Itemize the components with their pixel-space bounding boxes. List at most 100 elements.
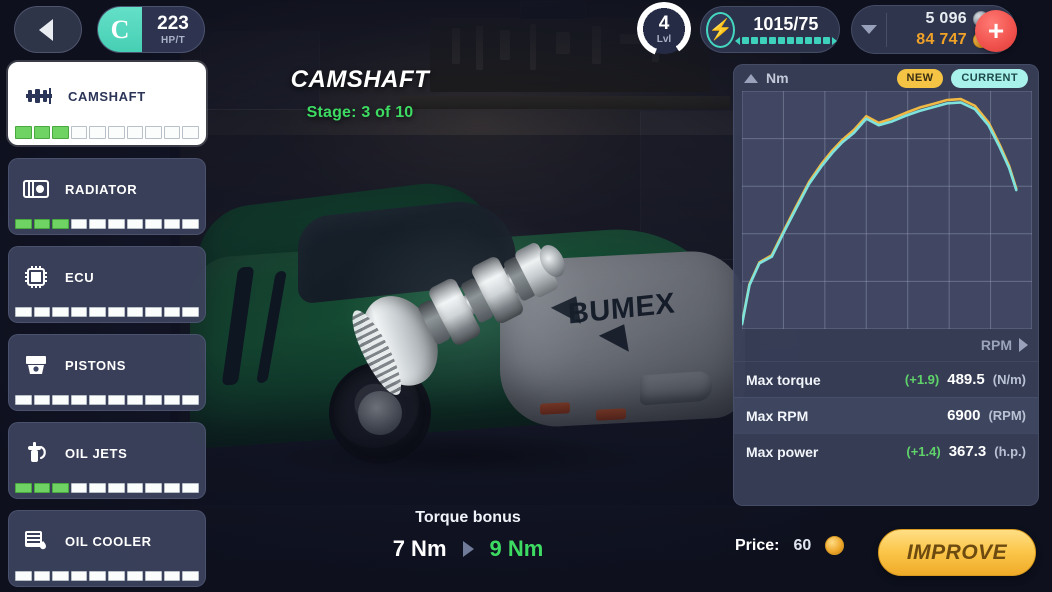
progress-segment: [107, 307, 125, 317]
progress-segment: [163, 395, 181, 405]
player-level-badge[interactable]: 4 Lvl: [637, 2, 691, 56]
energy-value: 1015/75: [753, 13, 819, 34]
legend-new-badge[interactable]: NEW: [896, 68, 944, 88]
progress-segment: [33, 395, 51, 405]
progress-segment: [182, 395, 199, 405]
progress-segment: [145, 219, 162, 229]
sidebar-item-label: PISTONS: [65, 357, 127, 373]
part-upgrade-progress: [9, 219, 205, 234]
piston-icon: [21, 352, 51, 378]
gold-coin-icon: [825, 536, 845, 555]
part-upgrade-progress: [12, 126, 202, 141]
stat-delta: (+1.9): [904, 372, 940, 387]
progress-segment: [52, 307, 69, 317]
chart-header: Nm NEW CURRENT: [734, 65, 1038, 91]
bonus-values: 7 Nm 9 Nm: [208, 536, 728, 562]
chevron-down-icon: [861, 25, 877, 34]
torque-chart-svg: [742, 91, 1032, 329]
price-row: Price: 60: [735, 536, 845, 555]
progress-segment: [107, 571, 125, 581]
progress-segment: [15, 483, 32, 493]
progress-segment: [163, 126, 181, 139]
performance-panel: Nm NEW CURRENT RPM Max torque (+1.9) 489.5…: [733, 64, 1039, 506]
sidebar-item-ecu[interactable]: ECU: [8, 246, 206, 323]
energy-meter[interactable]: ⚡ 1015/75: [700, 6, 840, 53]
progress-segment: [15, 307, 32, 317]
progress-segment: [182, 307, 199, 317]
progress-segment: [15, 395, 32, 405]
sidebar-item-pistons[interactable]: PISTONS: [8, 334, 206, 411]
stat-value: 6900: [947, 407, 981, 424]
progress-segment: [89, 395, 106, 405]
lightning-bolt-icon: ⚡: [706, 11, 735, 48]
legend-current-badge[interactable]: CURRENT: [951, 68, 1028, 88]
progress-segment: [52, 395, 69, 405]
oil-jet-icon: [21, 440, 51, 466]
level-label: Lvl: [656, 33, 672, 45]
price-value: 60: [793, 536, 812, 554]
add-currency-button[interactable]: +: [975, 10, 1017, 52]
part-row: PISTONS: [9, 335, 205, 395]
oil-cooler-icon: [21, 528, 51, 554]
sidebar-item-radiator[interactable]: RADIATOR: [8, 158, 206, 235]
improve-button[interactable]: IMPROVE: [878, 529, 1036, 576]
sidebar-item-label: ECU: [65, 269, 95, 285]
chart-unit-label: Nm: [766, 70, 789, 86]
stat-unit: (N/m): [992, 372, 1026, 387]
wallet-panel: 5 096 84 747 +: [851, 5, 1017, 54]
progress-segment: [33, 307, 51, 317]
part-upgrade-progress: [9, 571, 205, 586]
energy-cap-right: [831, 36, 837, 45]
sidebar-item-oil-jets[interactable]: OIL JETS: [8, 422, 206, 499]
stat-unit: (h.p.): [994, 444, 1026, 459]
stats-table: Max torque (+1.9) 489.5 (N/m) Max RPM 6900 (RP…: [734, 361, 1038, 469]
progress-segment: [52, 126, 69, 139]
hpt-value: 223: [157, 12, 189, 34]
progress-segment: [89, 571, 106, 581]
progress-segment: [70, 126, 88, 139]
progress-segment: [182, 483, 199, 493]
triangle-right-icon[interactable]: [1019, 338, 1028, 352]
sidebar-item-label: RADIATOR: [65, 181, 138, 197]
price-label: Price:: [735, 536, 780, 554]
part-row: OIL JETS: [9, 423, 205, 483]
sidebar-item-oil-cooler[interactable]: OIL COOLER: [8, 510, 206, 587]
improve-button-label: IMPROVE: [906, 540, 1008, 564]
energy-segments: [734, 36, 837, 45]
game-screen: BUMEX: [0, 0, 1052, 592]
progress-segment: [145, 307, 162, 317]
bonus-current-value: 7 Nm: [392, 536, 447, 561]
progress-segment: [15, 126, 32, 139]
bonus-next-value: 9 Nm: [489, 536, 544, 561]
camshaft-3d-model: [334, 204, 600, 415]
progress-segment: [15, 219, 32, 229]
torque-chart: [742, 91, 1032, 329]
stat-label: Max power: [746, 443, 819, 460]
progress-segment: [107, 219, 125, 229]
sidebar-item-label: OIL JETS: [65, 445, 128, 461]
energy-cap-left: [734, 36, 740, 45]
progress-segment: [182, 126, 199, 139]
gold-amount: 84 747: [916, 31, 967, 48]
progress-segment: [70, 395, 88, 405]
page-title: CAMSHAFT: [290, 66, 430, 93]
progress-segment: [70, 219, 88, 229]
progress-segment: [163, 483, 181, 493]
progress-segment: [89, 307, 106, 317]
triangle-up-icon[interactable]: [744, 73, 758, 83]
progress-segment: [33, 571, 51, 581]
progress-segment: [163, 219, 181, 229]
car-class-badge[interactable]: C 223 HP/T: [97, 6, 205, 53]
progress-segment: [52, 483, 69, 493]
progress-segment: [126, 307, 144, 317]
progress-segment: [70, 571, 88, 581]
stat-value: 367.3: [948, 443, 987, 460]
progress-segment: [89, 126, 106, 139]
progress-segment: [33, 126, 51, 139]
progress-segment: [107, 126, 125, 139]
stat-unit: (RPM): [988, 408, 1026, 423]
wallet-expand-button[interactable]: [852, 25, 886, 34]
progress-segment: [89, 219, 106, 229]
back-button[interactable]: [14, 6, 82, 53]
stat-label: Max torque: [746, 371, 821, 388]
